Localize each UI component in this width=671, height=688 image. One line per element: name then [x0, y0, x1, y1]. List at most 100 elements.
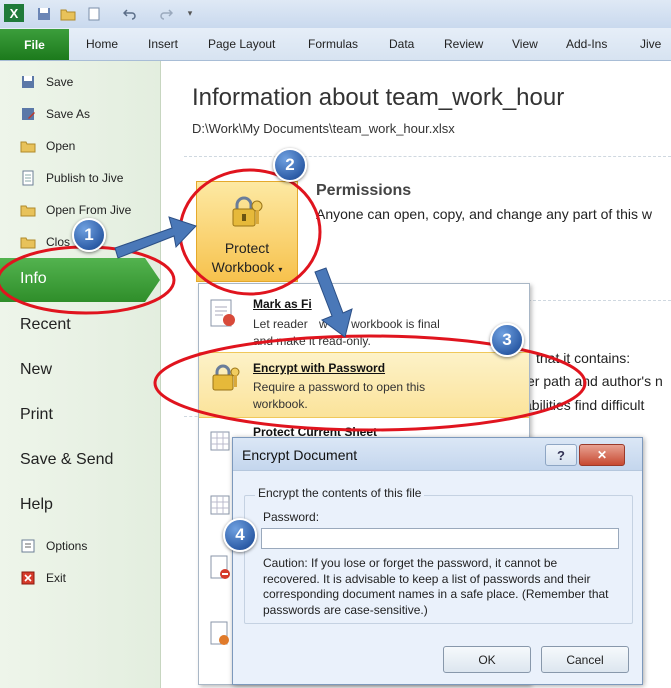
open-folder-icon	[20, 202, 36, 218]
mark-final-desc-1: Let reader w the workbook is final	[253, 316, 523, 333]
nav-open-from-jive[interactable]: Open From Jive	[20, 201, 131, 219]
mark-final-title: Mark as Fi	[253, 297, 312, 311]
save-as-icon	[20, 106, 36, 122]
sheet-lock-icon	[209, 430, 233, 457]
callout-badge-1: 1	[72, 218, 106, 252]
save-icon[interactable]	[36, 6, 52, 21]
document-icon	[20, 170, 36, 186]
callout-3-text: 3	[502, 330, 512, 349]
tab-view[interactable]: View	[512, 37, 538, 51]
menu-item-encrypt[interactable]: Encrypt with Password Require a password…	[199, 352, 529, 418]
tab-review[interactable]: Review	[444, 37, 483, 51]
close-icon: ✕	[596, 448, 608, 462]
tab-page-layout[interactable]: Page Layout	[208, 37, 275, 51]
ok-label: OK	[478, 652, 496, 667]
encrypt-title: Encrypt with Password	[253, 361, 386, 375]
dialog-title-bar: Encrypt Document ? ✕	[233, 438, 642, 471]
tab-jive[interactable]: Jive	[640, 37, 661, 51]
mark-final-desc-1a: Let reader	[253, 317, 308, 331]
divider	[184, 156, 671, 157]
protect-label-2-text: Workbook	[211, 259, 275, 275]
file-tab[interactable]: File	[0, 29, 69, 60]
nav-publish-label: Publish to Jive	[46, 171, 124, 185]
nav-options[interactable]: Options	[20, 537, 87, 555]
excel-logo-icon[interactable]: X	[4, 4, 24, 22]
file-path: D:\Work\My Documents\team_work_hour.xlsx	[192, 121, 455, 136]
nav-save-and-send[interactable]: Save & Send	[20, 451, 113, 469]
cancel-label: Cancel	[566, 652, 604, 667]
redo-icon[interactable]	[158, 6, 174, 21]
behind-text-2: er path and author's n	[527, 373, 663, 389]
signature-icon	[209, 620, 233, 651]
permissions-text: Anyone can open, copy, and change any pa…	[316, 206, 652, 222]
dropdown-arrow-icon: ▾	[278, 265, 283, 274]
permissions-heading: Permissions	[316, 182, 412, 199]
divider	[528, 300, 671, 301]
nav-info-label: Info	[20, 270, 47, 287]
nav-help[interactable]: Help	[20, 496, 53, 514]
help-icon: ?	[557, 447, 565, 463]
nav-print[interactable]: Print	[20, 406, 53, 424]
open-folder-icon	[20, 138, 36, 154]
exit-icon	[20, 570, 36, 586]
undo-icon[interactable]	[122, 6, 138, 21]
password-field[interactable]	[261, 528, 619, 549]
nav-open-label: Open	[46, 139, 76, 153]
callout-badge-4: 4	[223, 518, 257, 552]
nav-new[interactable]: New	[20, 361, 52, 379]
restrict-icon	[209, 554, 233, 585]
protect-label-2: Workbook ▾	[203, 259, 291, 275]
caution-text: Caution: If you lose or forget the passw…	[263, 556, 609, 617]
help-button[interactable]: ?	[545, 444, 577, 466]
save-icon	[20, 74, 36, 90]
nav-exit-label: Exit	[46, 571, 67, 585]
callout-badge-3: 3	[490, 323, 524, 357]
customize-qat-icon[interactable]: ▾	[182, 6, 198, 21]
options-icon	[20, 538, 36, 554]
nav-save-label: Save	[46, 75, 74, 89]
nav-recent[interactable]: Recent	[20, 316, 71, 334]
nav-save-as[interactable]: Save As	[20, 105, 90, 123]
ribbon-tab-bar: Home Insert Page Layout Formulas Data Re…	[0, 28, 671, 61]
mark-final-desc-1b: w the workbook is final	[319, 317, 440, 331]
group-label: Encrypt the contents of this file	[255, 486, 425, 500]
protect-workbook-button[interactable]: Protect Workbook ▾	[196, 181, 298, 282]
title-bar: X ▾	[0, 0, 671, 29]
document-icon[interactable]	[86, 6, 102, 21]
behind-text-1: that it contains:	[536, 350, 631, 366]
tab-insert[interactable]: Insert	[148, 37, 178, 51]
tab-data[interactable]: Data	[389, 37, 414, 51]
nav-close[interactable]: Clos	[20, 233, 70, 251]
tab-home[interactable]: Home	[86, 37, 118, 51]
lock-key-icon	[209, 363, 241, 396]
nav-open-from-jive-label: Open From Jive	[46, 203, 132, 217]
nav-save-as-label: Save As	[46, 107, 91, 121]
nav-open[interactable]: Open	[20, 137, 75, 155]
ok-button[interactable]: OK	[443, 646, 531, 673]
close-folder-icon	[20, 234, 36, 250]
callout-2-text: 2	[285, 155, 295, 174]
page-title: Information about team_work_hour	[192, 84, 565, 111]
callout-1-text: 1	[84, 225, 94, 244]
lock-key-icon	[229, 196, 265, 231]
encrypt-document-dialog: Encrypt Document ? ✕ Encrypt the content…	[232, 437, 643, 685]
protect-label-1: Protect	[224, 240, 270, 256]
open-folder-icon[interactable]	[60, 6, 76, 21]
nav-save[interactable]: Save	[20, 73, 73, 91]
tab-add-ins[interactable]: Add-Ins	[566, 37, 607, 51]
callout-badge-2: 2	[273, 148, 307, 182]
close-button[interactable]: ✕	[579, 444, 625, 466]
nav-options-label: Options	[46, 539, 88, 553]
menu-item-mark-as-final[interactable]: Mark as Fi Let reader w the workbook is …	[199, 288, 529, 348]
nav-exit[interactable]: Exit	[20, 569, 66, 587]
cancel-button[interactable]: Cancel	[541, 646, 629, 673]
encrypt-desc: Require a password to open this workbook…	[253, 380, 426, 411]
tab-formulas[interactable]: Formulas	[308, 37, 358, 51]
behind-text-3: abilities find difficult	[524, 397, 645, 413]
mark-final-desc-2: and make it read-only.	[253, 334, 371, 348]
callout-4-text: 4	[235, 525, 245, 544]
password-label: Password:	[263, 510, 320, 524]
dialog-title: Encrypt Document	[242, 447, 358, 463]
nav-publish-to-jive[interactable]: Publish to Jive	[20, 169, 123, 187]
mark-final-icon	[209, 298, 237, 333]
